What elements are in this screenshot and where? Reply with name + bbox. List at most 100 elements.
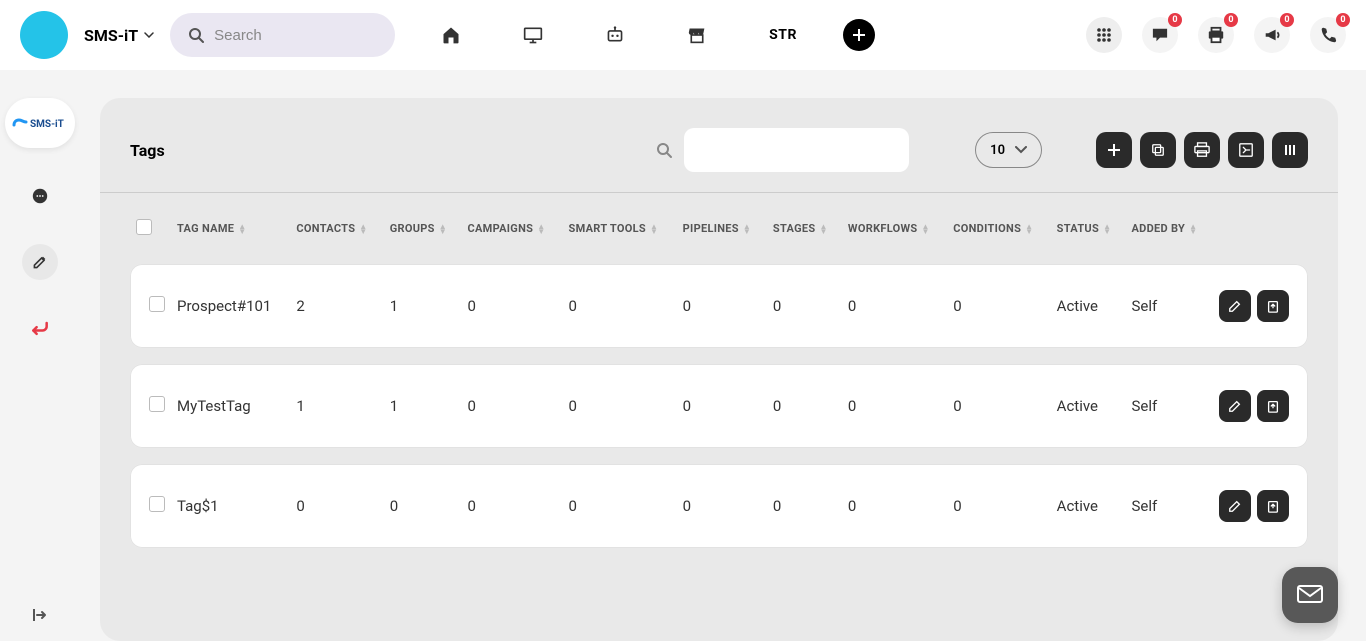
print-badge: 0 (1224, 13, 1238, 27)
page-size-select[interactable]: 10 (975, 132, 1042, 168)
cell-stages: 0 (767, 464, 842, 548)
col-campaigns[interactable]: CAMPAIGNS▲▼ (461, 209, 562, 248)
chevron-down-icon (144, 32, 154, 38)
search-icon (188, 27, 204, 43)
cell-campaigns: 0 (461, 464, 562, 548)
col-stages[interactable]: STAGES▲▼ (767, 209, 842, 248)
cell-groups: 1 (384, 264, 462, 348)
export-button[interactable] (1228, 132, 1264, 168)
add-tag-button[interactable] (1096, 132, 1132, 168)
help-fab[interactable] (1282, 567, 1338, 623)
col-status[interactable]: STATUS▲▼ (1051, 209, 1126, 248)
assign-row-button[interactable] (1257, 290, 1289, 322)
cell-smart: 0 (563, 364, 677, 448)
cell-conditions: 0 (947, 464, 1050, 548)
col-added-by[interactable]: ADDED BY▲▼ (1125, 209, 1213, 248)
cell-name: MyTestTag (171, 364, 290, 448)
assign-row-button[interactable] (1257, 390, 1289, 422)
apps-button[interactable] (1086, 17, 1122, 53)
print-button[interactable]: 0 (1198, 17, 1234, 53)
columns-button[interactable] (1272, 132, 1308, 168)
cell-pipelines: 0 (677, 264, 767, 348)
left-rail: SMS-iT (0, 70, 80, 641)
chat-button[interactable]: 0 (1142, 17, 1178, 53)
top-bar: SMS-iT STR 0 (0, 0, 1366, 70)
cell-conditions: 0 (947, 264, 1050, 348)
str-label[interactable]: STR (769, 27, 797, 43)
cell-status: Active (1051, 264, 1126, 348)
cell-groups: 0 (384, 464, 462, 548)
copy-button[interactable] (1140, 132, 1176, 168)
rail-edit-icon[interactable] (22, 244, 58, 280)
row-actions (1219, 390, 1289, 422)
store-icon[interactable] (687, 26, 707, 44)
cell-workflows: 0 (842, 364, 947, 448)
table-row: MyTestTag11000000ActiveSelf (130, 364, 1308, 448)
chevron-down-icon (1015, 146, 1027, 154)
print-button[interactable] (1184, 132, 1220, 168)
col-groups[interactable]: GROUPS▲▼ (384, 209, 462, 248)
cell-contacts: 1 (290, 364, 383, 448)
table-header-row: TAG NAME▲▼ CONTACTS▲▼ GROUPS▲▼ CAMPAIGNS… (130, 209, 1308, 248)
global-search[interactable] (170, 13, 395, 57)
cell-smart: 0 (563, 464, 677, 548)
cell-pipelines: 0 (677, 464, 767, 548)
brand-dropdown[interactable]: SMS-iT (84, 26, 154, 45)
cell-added: Self (1125, 364, 1213, 448)
rail-logo[interactable]: SMS-iT (5, 98, 75, 148)
cell-groups: 1 (384, 364, 462, 448)
svg-text:SMS-iT: SMS-iT (30, 119, 64, 130)
panel-search-icon (644, 128, 684, 172)
chat-badge: 0 (1168, 13, 1182, 27)
rail-expand-icon[interactable] (32, 607, 48, 641)
cell-status: Active (1051, 464, 1126, 548)
edit-row-button[interactable] (1219, 390, 1251, 422)
rail-chat-icon[interactable] (22, 178, 58, 214)
global-search-input[interactable] (214, 27, 377, 44)
row-actions (1219, 290, 1289, 322)
cell-smart: 0 (563, 264, 677, 348)
row-checkbox[interactable] (149, 496, 165, 512)
panel-header: Tags 10 (130, 128, 1308, 172)
col-pipelines[interactable]: PIPELINES▲▼ (677, 209, 767, 248)
top-right-actions: 0 0 0 0 (1086, 17, 1346, 53)
brand-name: SMS-iT (84, 26, 138, 45)
col-workflows[interactable]: WORKFLOWS▲▼ (842, 209, 947, 248)
edit-row-button[interactable] (1219, 290, 1251, 322)
edit-row-button[interactable] (1219, 490, 1251, 522)
col-conditions[interactable]: CONDITIONS▲▼ (947, 209, 1050, 248)
cell-workflows: 0 (842, 464, 947, 548)
cell-name: Tag$1 (171, 464, 290, 548)
row-checkbox[interactable] (149, 396, 165, 412)
panel-search-wrap (644, 128, 909, 172)
panel-search-input[interactable] (684, 128, 909, 172)
col-tag-name[interactable]: TAG NAME▲▼ (171, 209, 290, 248)
tags-table: TAG NAME▲▼ CONTACTS▲▼ GROUPS▲▼ CAMPAIGNS… (130, 193, 1308, 564)
announce-button[interactable]: 0 (1254, 17, 1290, 53)
table-wrap: TAG NAME▲▼ CONTACTS▲▼ GROUPS▲▼ CAMPAIGNS… (130, 193, 1308, 564)
cell-name: Prospect#101 (171, 264, 290, 348)
cell-contacts: 0 (290, 464, 383, 548)
cell-contacts: 2 (290, 264, 383, 348)
col-contacts[interactable]: CONTACTS▲▼ (290, 209, 383, 248)
row-checkbox[interactable] (149, 296, 165, 312)
robot-icon[interactable] (605, 26, 625, 44)
cell-conditions: 0 (947, 364, 1050, 448)
row-actions (1219, 490, 1289, 522)
top-center-nav: STR (441, 25, 797, 45)
desktop-icon[interactable] (523, 26, 543, 44)
cell-pipelines: 0 (677, 364, 767, 448)
cell-stages: 0 (767, 264, 842, 348)
add-button[interactable] (843, 19, 875, 51)
cell-added: Self (1125, 464, 1213, 548)
select-all-checkbox[interactable] (136, 219, 152, 235)
phone-button[interactable]: 0 (1310, 17, 1346, 53)
avatar[interactable] (20, 11, 68, 59)
col-smart-tools[interactable]: SMART TOOLS▲▼ (563, 209, 677, 248)
page-size-value: 10 (990, 143, 1005, 158)
table-row: Prospect#10121000000ActiveSelf (130, 264, 1308, 348)
assign-row-button[interactable] (1257, 490, 1289, 522)
home-icon[interactable] (441, 25, 461, 45)
rail-return-icon[interactable] (22, 310, 58, 346)
cell-added: Self (1125, 264, 1213, 348)
